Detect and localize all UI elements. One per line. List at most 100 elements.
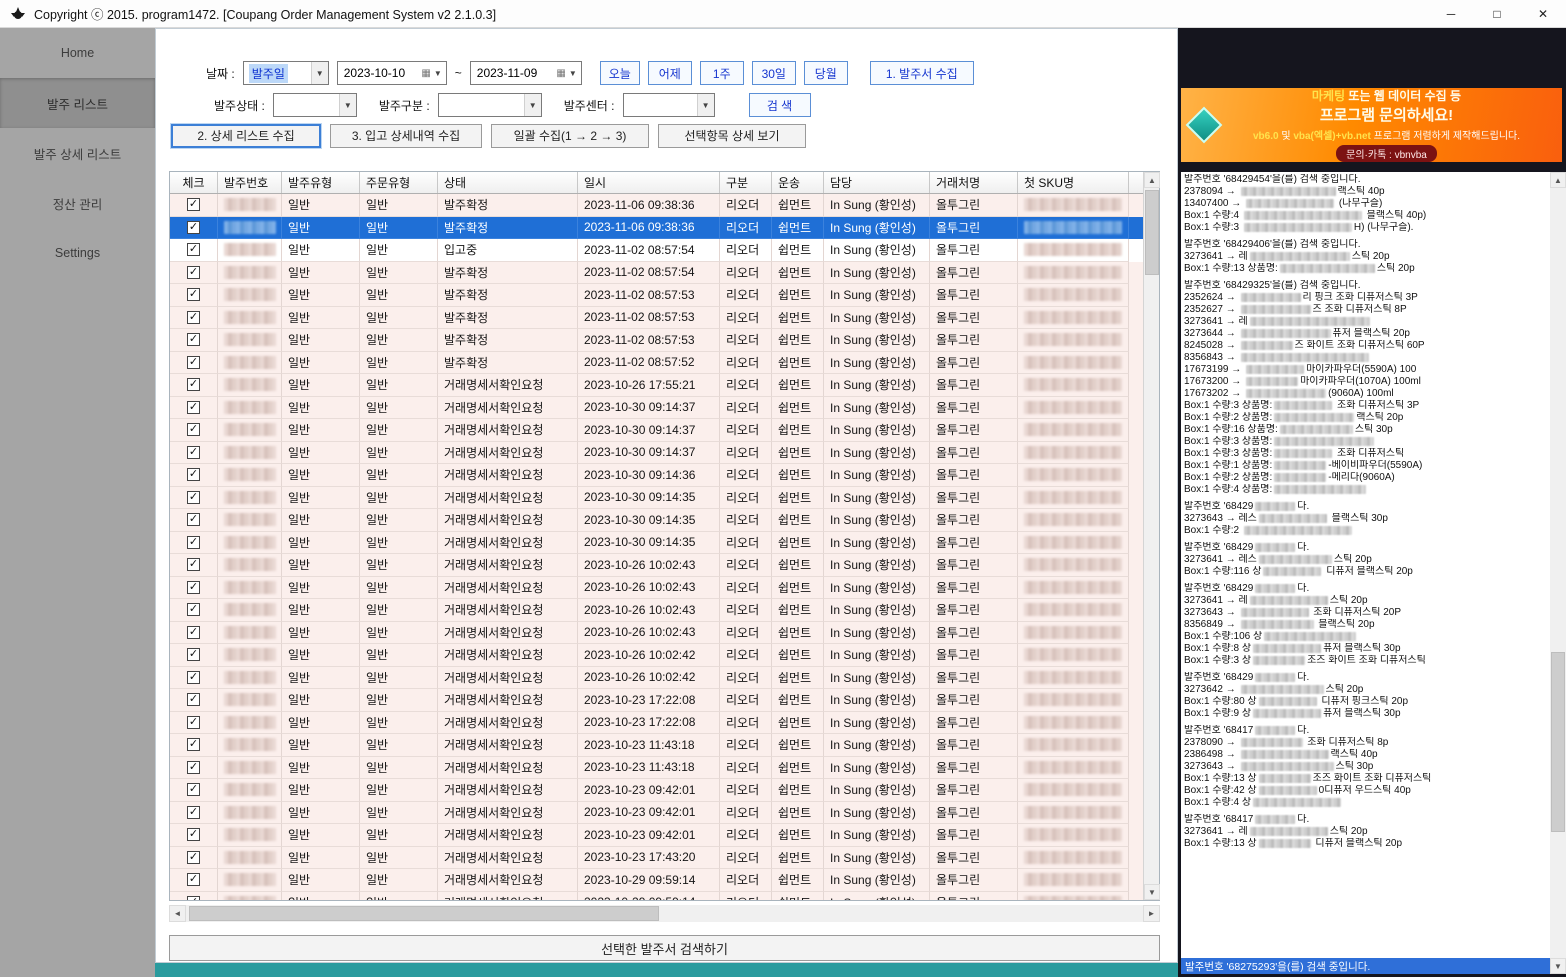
row-checkbox-cell[interactable] — [170, 577, 218, 600]
row-checkbox-cell[interactable] — [170, 442, 218, 465]
column-header-order-type[interactable]: 발주유형 — [282, 172, 360, 193]
log-vertical-scrollbar[interactable]: ▲ ▼ — [1550, 172, 1566, 974]
checkbox-checked-icon[interactable] — [187, 828, 200, 841]
view-selected-detail-button[interactable]: 선택항목 상세 보기 — [658, 124, 806, 148]
row-checkbox-cell[interactable] — [170, 824, 218, 847]
scroll-right-icon[interactable]: ► — [1143, 905, 1160, 922]
checkbox-checked-icon[interactable] — [187, 378, 200, 391]
checkbox-checked-icon[interactable] — [187, 626, 200, 639]
search-button[interactable]: 검 색 — [749, 93, 811, 117]
row-checkbox-cell[interactable] — [170, 689, 218, 712]
table-row[interactable]: 일반 일반 발주확정 2023-11-02 08:57:53 리오더 쉽먼트 I… — [170, 284, 1143, 307]
table-row[interactable]: 일반 일반 입고중 2023-11-02 08:57:54 리오더 쉽먼트 In… — [170, 239, 1143, 262]
chevron-down-icon[interactable]: ▼ — [569, 69, 577, 78]
table-row[interactable]: 일반 일반 발주확정 2023-11-06 09:38:36 리오더 쉽먼트 I… — [170, 217, 1143, 240]
chevron-down-icon[interactable]: ▼ — [339, 94, 356, 116]
chevron-down-icon[interactable]: ▼ — [524, 94, 541, 116]
checkbox-checked-icon[interactable] — [187, 873, 200, 886]
table-row[interactable]: 일반 일반 거래명세서확인요청 2023-10-23 17:22:08 리오더 … — [170, 712, 1143, 735]
table-row[interactable]: 일반 일반 발주확정 2023-11-02 08:57:53 리오더 쉽먼트 I… — [170, 307, 1143, 330]
table-row[interactable]: 일반 일반 발주확정 2023-11-02 08:57:53 리오더 쉽먼트 I… — [170, 329, 1143, 352]
checkbox-checked-icon[interactable] — [187, 648, 200, 661]
table-row[interactable]: 일반 일반 거래명세서확인요청 2023-10-29 09:59:14 리오더 … — [170, 892, 1143, 901]
table-row[interactable]: 일반 일반 거래명세서확인요청 2023-10-30 09:14:37 리오더 … — [170, 397, 1143, 420]
table-vertical-scrollbar[interactable]: ▲ ▼ — [1143, 172, 1159, 900]
row-checkbox-cell[interactable] — [170, 509, 218, 532]
row-checkbox-cell[interactable] — [170, 734, 218, 757]
row-checkbox-cell[interactable] — [170, 712, 218, 735]
row-checkbox-cell[interactable] — [170, 599, 218, 622]
checkbox-checked-icon[interactable] — [187, 446, 200, 459]
quick-1week-button[interactable]: 1주 — [700, 61, 744, 85]
checkbox-checked-icon[interactable] — [187, 851, 200, 864]
collect-inbound-detail-button[interactable]: 3. 입고 상세내역 수집 — [330, 124, 482, 148]
sidebar-item-order-list[interactable]: 발주 리스트 — [0, 78, 155, 128]
column-header-manager[interactable]: 담당 — [824, 172, 930, 193]
row-checkbox-cell[interactable] — [170, 262, 218, 285]
row-checkbox-cell[interactable] — [170, 847, 218, 870]
column-header-check[interactable]: 체크 — [170, 172, 218, 193]
checkbox-checked-icon[interactable] — [187, 243, 200, 256]
checkbox-checked-icon[interactable] — [187, 288, 200, 301]
row-checkbox-cell[interactable] — [170, 464, 218, 487]
table-row[interactable]: 일반 일반 거래명세서확인요청 2023-10-23 09:42:01 리오더 … — [170, 779, 1143, 802]
column-header-datetime[interactable]: 일시 — [578, 172, 720, 193]
checkbox-checked-icon[interactable] — [187, 401, 200, 414]
search-selected-orders-button[interactable]: 선택한 발주서 검색하기 — [169, 935, 1160, 961]
table-row[interactable]: 일반 일반 거래명세서확인요청 2023-10-23 17:43:20 리오더 … — [170, 847, 1143, 870]
scroll-down-icon[interactable]: ▼ — [1144, 884, 1160, 900]
table-row[interactable]: 일반 일반 거래명세서확인요청 2023-10-26 10:02:43 리오더 … — [170, 599, 1143, 622]
table-row[interactable]: 일반 일반 발주확정 2023-11-06 09:38:36 리오더 쉽먼트 I… — [170, 194, 1143, 217]
column-header-transport[interactable]: 운송 — [772, 172, 824, 193]
scrollbar-thumb[interactable] — [1551, 652, 1565, 832]
checkbox-checked-icon[interactable] — [187, 716, 200, 729]
checkbox-checked-icon[interactable] — [187, 783, 200, 796]
checkbox-checked-icon[interactable] — [187, 693, 200, 706]
checkbox-checked-icon[interactable] — [187, 468, 200, 481]
checkbox-checked-icon[interactable] — [187, 536, 200, 549]
date-from-picker[interactable]: 2023-10-10 ▦ ▼ — [337, 61, 447, 85]
table-row[interactable]: 일반 일반 거래명세서확인요청 2023-10-30 09:14:36 리오더 … — [170, 464, 1143, 487]
checkbox-checked-icon[interactable] — [187, 558, 200, 571]
sidebar-item-order-detail-list[interactable]: 발주 상세 리스트 — [0, 128, 155, 178]
minimize-button[interactable]: ─ — [1428, 0, 1474, 28]
table-row[interactable]: 일반 일반 거래명세서확인요청 2023-10-23 17:22:08 리오더 … — [170, 689, 1143, 712]
row-checkbox-cell[interactable] — [170, 352, 218, 375]
chevron-down-icon[interactable]: ▼ — [434, 69, 442, 78]
chevron-down-icon[interactable]: ▼ — [311, 62, 328, 84]
table-row[interactable]: 일반 일반 거래명세서확인요청 2023-10-30 09:14:37 리오더 … — [170, 419, 1143, 442]
row-checkbox-cell[interactable] — [170, 622, 218, 645]
row-checkbox-cell[interactable] — [170, 667, 218, 690]
column-header-vendor[interactable]: 거래처명 — [930, 172, 1018, 193]
batch-collect-button[interactable]: 일괄 수집(1 → 2 → 3) — [491, 124, 649, 148]
order-status-combobox[interactable]: ▼ — [273, 93, 357, 117]
table-row[interactable]: 일반 일반 거래명세서확인요청 2023-10-26 10:02:42 리오더 … — [170, 644, 1143, 667]
quick-this-month-button[interactable]: 당월 — [804, 61, 848, 85]
scrollbar-thumb[interactable] — [1145, 190, 1159, 275]
table-row[interactable]: 일반 일반 거래명세서확인요청 2023-10-23 11:43:18 리오더 … — [170, 734, 1143, 757]
row-checkbox-cell[interactable] — [170, 757, 218, 780]
table-row[interactable]: 일반 일반 거래명세서확인요청 2023-10-30 09:14:35 리오더 … — [170, 532, 1143, 555]
column-header-status[interactable]: 상태 — [438, 172, 578, 193]
checkbox-checked-icon[interactable] — [187, 738, 200, 751]
table-row[interactable]: 일반 일반 거래명세서확인요청 2023-10-30 09:14:35 리오더 … — [170, 509, 1143, 532]
checkbox-checked-icon[interactable] — [187, 806, 200, 819]
row-checkbox-cell[interactable] — [170, 239, 218, 262]
table-row[interactable]: 일반 일반 거래명세서확인요청 2023-10-26 10:02:43 리오더 … — [170, 554, 1143, 577]
row-checkbox-cell[interactable] — [170, 554, 218, 577]
checkbox-checked-icon[interactable] — [187, 896, 200, 900]
table-row[interactable]: 일반 일반 거래명세서확인요청 2023-10-23 09:42:01 리오더 … — [170, 802, 1143, 825]
checkbox-checked-icon[interactable] — [187, 581, 200, 594]
table-row[interactable]: 일반 일반 거래명세서확인요청 2023-10-30 09:14:35 리오더 … — [170, 487, 1143, 510]
row-checkbox-cell[interactable] — [170, 397, 218, 420]
order-center-combobox[interactable]: ▼ — [623, 93, 715, 117]
scroll-left-icon[interactable]: ◄ — [169, 905, 186, 922]
column-header-gubun[interactable]: 구분 — [720, 172, 772, 193]
row-checkbox-cell[interactable] — [170, 892, 218, 901]
table-row[interactable]: 일반 일반 거래명세서확인요청 2023-10-23 11:43:18 리오더 … — [170, 757, 1143, 780]
checkbox-checked-icon[interactable] — [187, 221, 200, 234]
row-checkbox-cell[interactable] — [170, 374, 218, 397]
table-row[interactable]: 일반 일반 거래명세서확인요청 2023-10-26 10:02:43 리오더 … — [170, 577, 1143, 600]
sidebar-item-settings[interactable]: Settings — [0, 228, 155, 278]
ad-banner[interactable]: 마케팅 또는 웹 데이터 수집 등 프로그램 문의하세요! vb6.0 및 vb… — [1181, 88, 1562, 162]
